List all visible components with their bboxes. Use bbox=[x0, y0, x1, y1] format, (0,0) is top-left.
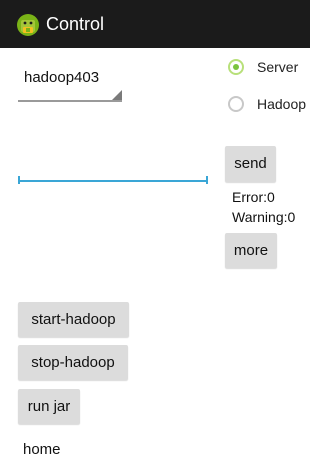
action-bar: Control bbox=[0, 0, 310, 48]
radio-checked-icon bbox=[228, 59, 244, 75]
input-left-cap bbox=[18, 176, 20, 184]
radio-hadoop-label: Hadoop bbox=[257, 96, 307, 112]
command-input[interactable] bbox=[18, 160, 208, 182]
radio-hadoop[interactable]: Hadoop bbox=[228, 94, 318, 118]
spinner-caret-icon bbox=[112, 90, 122, 100]
radio-unchecked-icon bbox=[228, 96, 244, 112]
error-count: Error:0 bbox=[232, 189, 275, 205]
more-button[interactable]: more bbox=[225, 233, 277, 268]
run-jar-button[interactable]: run jar bbox=[18, 389, 80, 424]
start-hadoop-button[interactable]: start-hadoop bbox=[18, 302, 129, 337]
radio-server-label: Server bbox=[257, 59, 299, 75]
spinner-selected-value: hadoop403 bbox=[24, 69, 100, 86]
stop-hadoop-button[interactable]: stop-hadoop bbox=[18, 345, 128, 380]
host-spinner[interactable]: hadoop403 bbox=[18, 66, 122, 102]
radio-server[interactable]: Server bbox=[228, 57, 318, 81]
android-icon bbox=[17, 14, 39, 36]
warning-count: Warning:0 bbox=[232, 209, 296, 225]
home-label: home bbox=[23, 441, 61, 458]
app-title: Control bbox=[46, 14, 105, 34]
input-right-cap bbox=[206, 176, 208, 184]
send-button[interactable]: send bbox=[225, 146, 276, 182]
